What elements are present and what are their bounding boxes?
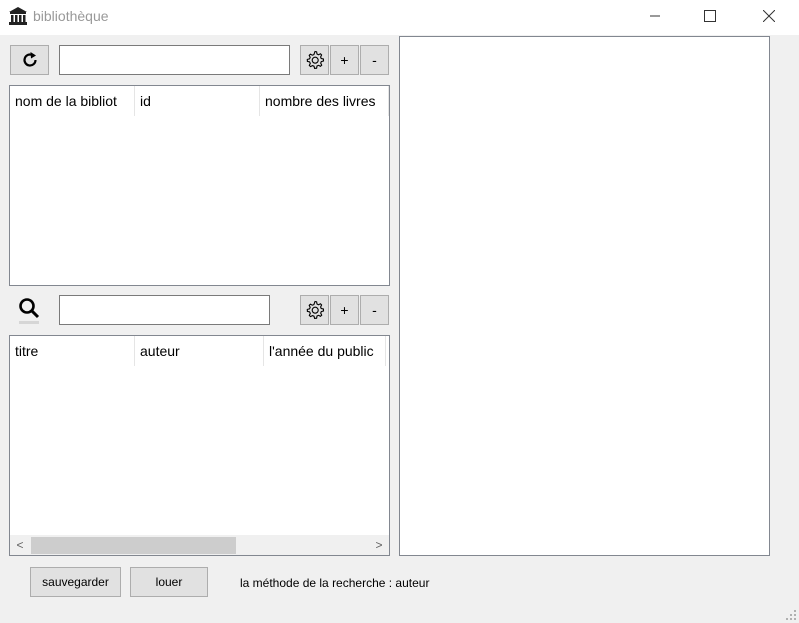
scrollbar-thumb[interactable]	[31, 537, 236, 554]
maximize-button[interactable]	[687, 0, 733, 32]
library-icon	[9, 7, 27, 25]
detail-panel	[399, 36, 770, 556]
search-icon-button[interactable]	[17, 296, 41, 326]
close-button[interactable]	[746, 0, 792, 32]
scroll-right-arrow[interactable]: >	[369, 535, 389, 555]
maximize-icon	[704, 10, 716, 22]
scroll-left-arrow[interactable]: <	[10, 535, 30, 555]
library-add-button[interactable]: +	[330, 45, 359, 75]
book-remove-button[interactable]: -	[360, 295, 389, 325]
search-icon	[19, 298, 40, 319]
close-icon	[763, 10, 775, 22]
libraries-table[interactable]: nom de la bibliot id nombre des livres	[9, 85, 390, 286]
books-table[interactable]: titre auteur l'année du public < >	[9, 335, 390, 556]
save-button[interactable]: sauvegarder	[30, 567, 121, 597]
column-header-publication-year[interactable]: l'année du public	[264, 336, 386, 366]
libraries-table-header: nom de la bibliot id nombre des livres	[10, 86, 389, 116]
minimize-button[interactable]	[632, 0, 678, 32]
gear-icon	[306, 300, 324, 319]
book-search-input[interactable]	[59, 295, 270, 325]
book-add-button[interactable]: +	[330, 295, 359, 325]
horizontal-scrollbar[interactable]: < >	[10, 535, 389, 555]
column-header-title[interactable]: titre	[10, 336, 135, 366]
resize-grip-icon[interactable]	[786, 610, 796, 620]
window-title: bibliothèque	[33, 8, 109, 24]
column-header-author[interactable]: auteur	[135, 336, 264, 366]
library-search-input[interactable]	[59, 45, 290, 75]
title-bar: bibliothèque	[0, 0, 799, 35]
book-settings-button[interactable]	[300, 295, 329, 325]
refresh-button[interactable]	[10, 45, 49, 75]
minimize-icon	[650, 15, 660, 17]
rent-button[interactable]: louer	[130, 567, 208, 597]
column-header-library-name[interactable]: nom de la bibliot	[10, 86, 135, 116]
library-remove-button[interactable]: -	[360, 45, 389, 75]
refresh-icon	[22, 52, 37, 67]
gear-icon	[306, 50, 324, 69]
column-header-book-count[interactable]: nombre des livres	[260, 86, 389, 116]
books-table-header: titre auteur l'année du public	[10, 336, 389, 366]
library-settings-button[interactable]	[300, 45, 329, 75]
search-method-label: la méthode de la recherche : auteur	[240, 576, 430, 590]
column-header-id[interactable]: id	[135, 86, 260, 116]
